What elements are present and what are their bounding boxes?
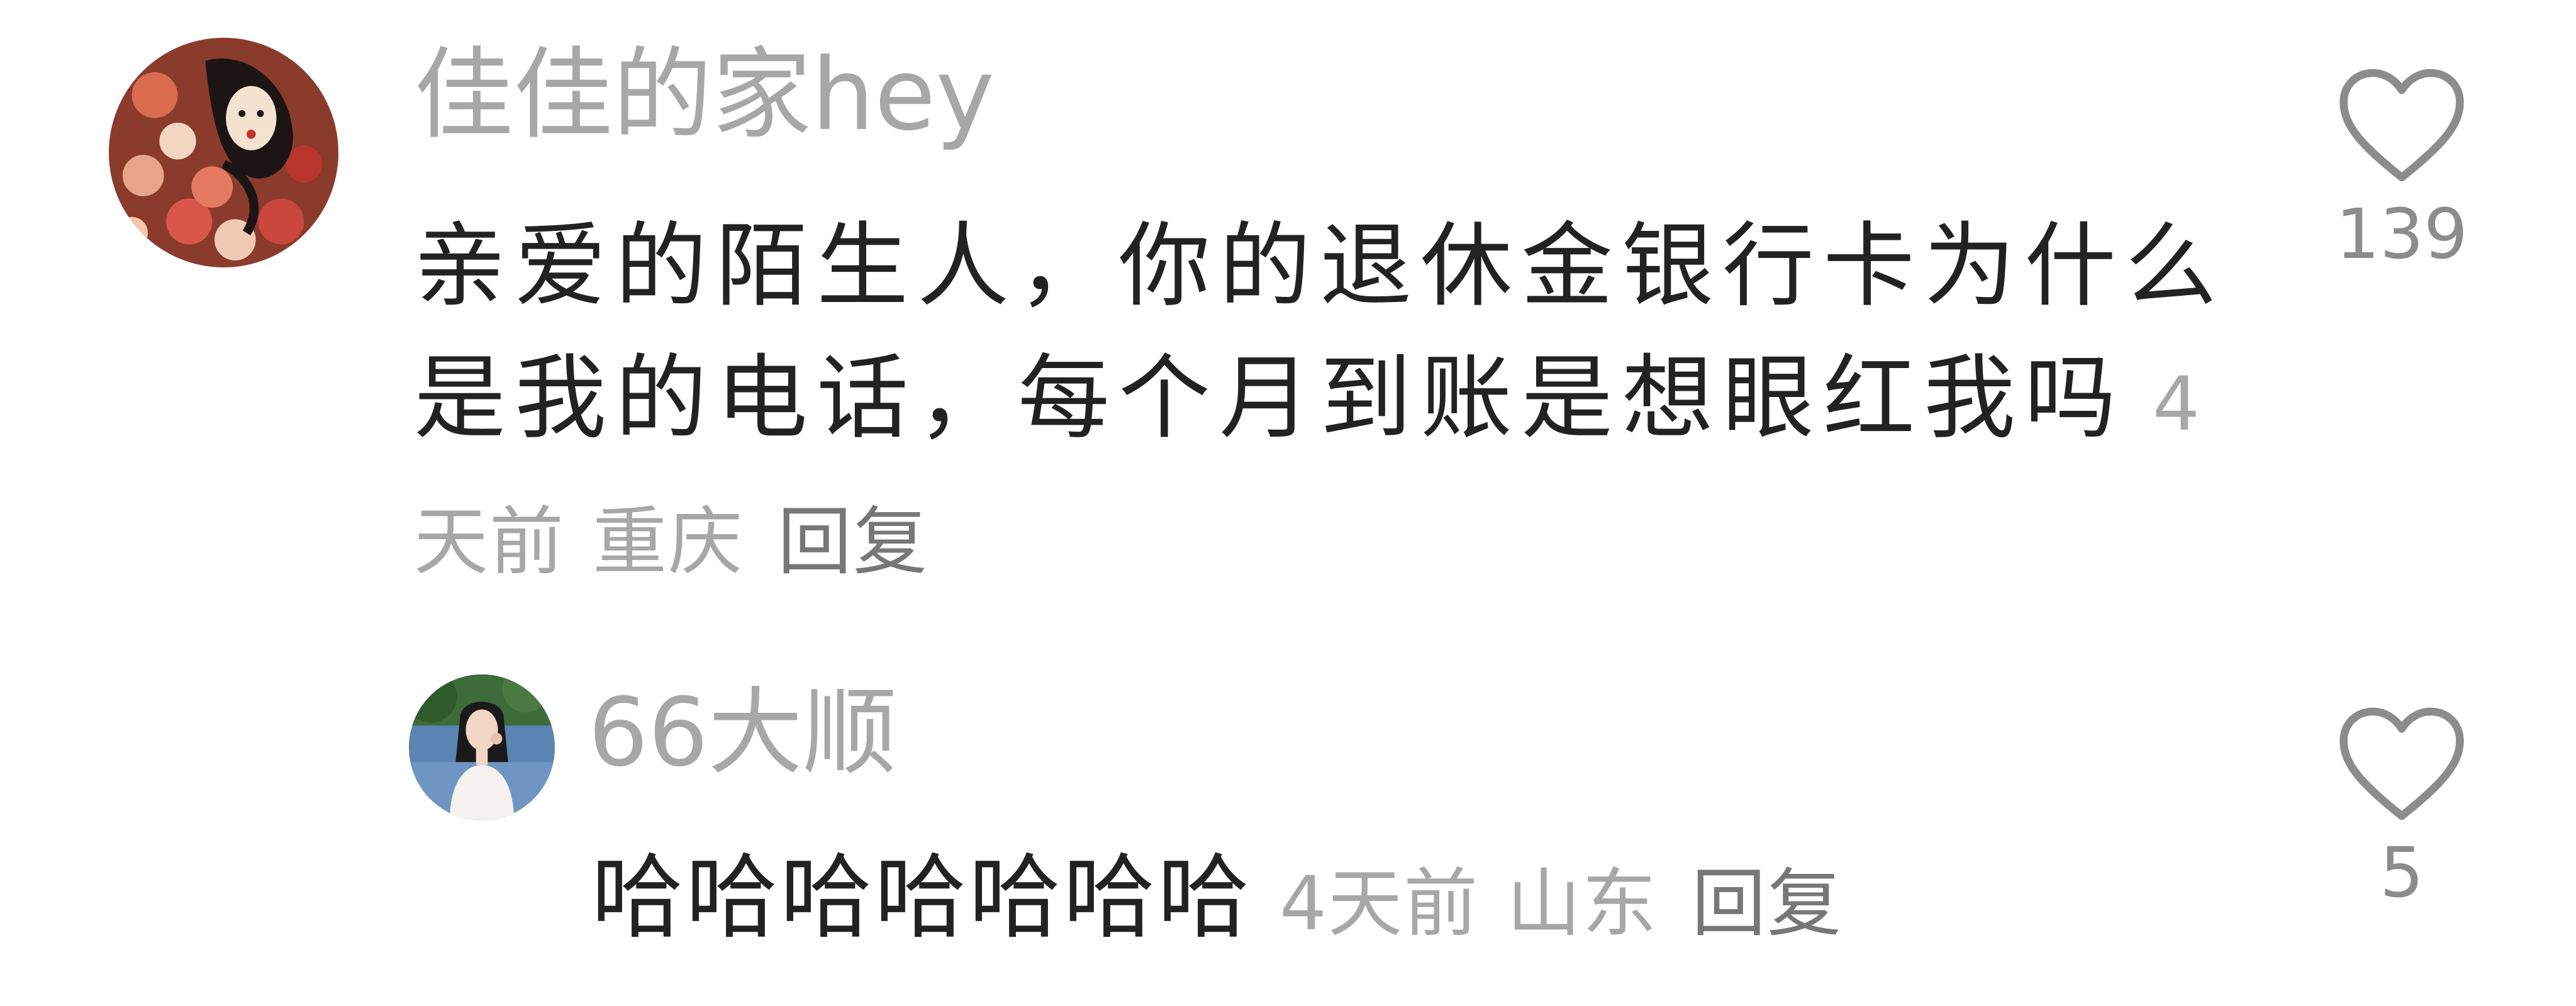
photo-woman-avatar-icon	[409, 674, 555, 820]
comment-location: 山东	[1507, 860, 1658, 947]
comment-text: 亲爱的陌生人，你的退休金银行卡为什么是我的电话，每个月到账是想眼红我吗	[414, 213, 2226, 452]
like-button[interactable]: 5	[2320, 705, 2484, 907]
like-count: 5	[2380, 832, 2424, 913]
user-avatar[interactable]	[109, 38, 338, 267]
comment-thread: 佳佳的家hey 亲爱的陌生人，你的退休金银行卡为什么是我的电话，每个月到账是想眼…	[0, 0, 2576, 1006]
reply-button[interactable]: 回复	[1692, 860, 1843, 947]
reply-button[interactable]: 回复	[778, 498, 928, 585]
user-avatar[interactable]	[409, 674, 555, 820]
like-button[interactable]: 139	[2320, 66, 2484, 269]
comment-username[interactable]: 66大顺	[588, 686, 897, 780]
comment-location: 重庆	[593, 498, 744, 585]
comment-time: 4天前	[1280, 860, 1480, 947]
comment-text: 哈哈哈哈哈哈哈	[591, 844, 1252, 951]
illustrated-woman-avatar-icon	[109, 38, 338, 267]
comment-text-block: 哈哈哈哈哈哈哈 4天前 山东 回复	[591, 832, 2038, 970]
comment-text-block: 亲爱的陌生人，你的退休金银行卡为什么是我的电话，每个月到账是想眼红我吗 4天前 重庆…	[414, 200, 2226, 608]
comment-username[interactable]: 佳佳的家hey	[414, 45, 995, 145]
heart-outline-icon	[2339, 69, 2464, 182]
like-count: 139	[2336, 194, 2468, 274]
heart-outline-icon	[2339, 707, 2464, 820]
